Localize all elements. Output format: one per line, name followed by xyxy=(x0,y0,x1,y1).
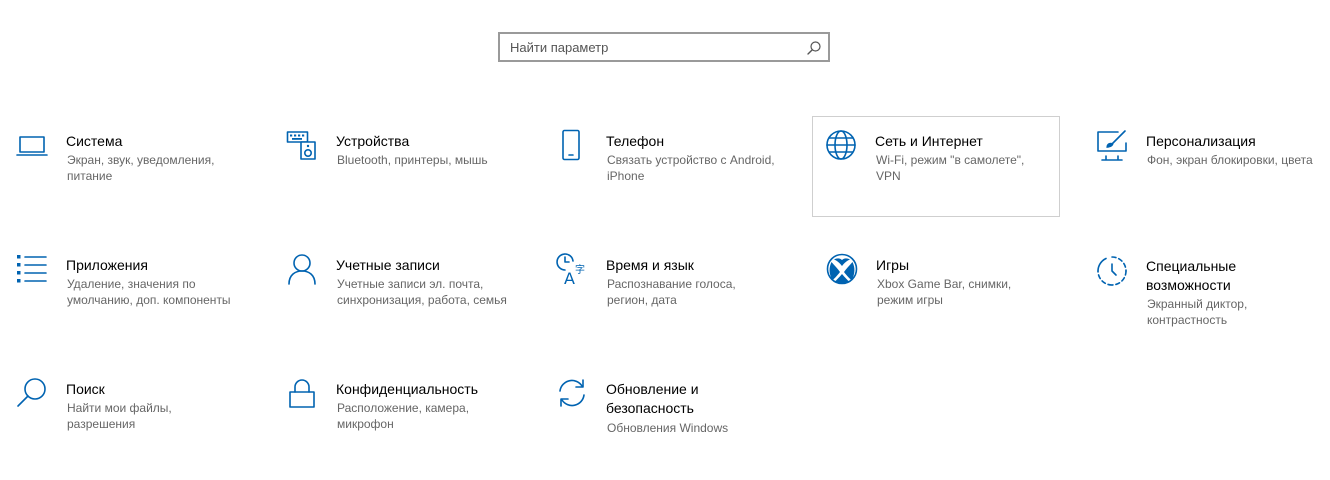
tile-network[interactable]: Сеть и Интернет Wi-Fi, режим "в самолете… xyxy=(812,116,1060,217)
tile-title: Конфиденциальность xyxy=(336,381,479,397)
tile-description: Распознавание голоса, регион, дата xyxy=(607,277,736,307)
paintbrush-icon xyxy=(1096,129,1128,161)
time-language-icon: A 字 xyxy=(556,253,588,285)
sync-icon xyxy=(556,377,588,409)
tile-gaming[interactable]: Игры Xbox Game Bar, снимки, режим игры xyxy=(825,241,1073,341)
keyboard-speaker-icon xyxy=(286,129,318,161)
tile-title: Персонализация xyxy=(1146,133,1256,149)
search-icon xyxy=(16,377,48,409)
tile-privacy[interactable]: Конфиденциальность Расположение, камера,… xyxy=(285,365,533,465)
ease-of-access-icon xyxy=(1096,255,1128,287)
tile-phone[interactable]: Телефон Связать устройство с Android, iP… xyxy=(555,117,803,217)
person-icon xyxy=(286,253,318,285)
tile-description: Экранный диктор, контрастность xyxy=(1147,297,1248,327)
tile-description: Удаление, значения по умолчанию, доп. ко… xyxy=(67,277,231,307)
tile-title: Специальные возможности xyxy=(1146,258,1237,293)
tile-title: Устройства xyxy=(336,133,410,149)
tile-title: Учетные записи xyxy=(336,257,440,273)
tile-accounts[interactable]: Учетные записи Учетные записи эл. почта,… xyxy=(285,241,533,341)
tile-description: Связать устройство с Android, iPhone xyxy=(607,153,775,183)
tile-accessibility[interactable]: Специальные возможности Экранный диктор,… xyxy=(1095,241,1330,341)
lock-icon xyxy=(286,377,318,409)
tile-description: Wi-Fi, режим "в самолете", VPN xyxy=(876,153,1025,183)
apps-list-icon xyxy=(16,253,48,285)
xbox-icon xyxy=(826,253,858,285)
tile-search[interactable]: Поиск Найти мои файлы, разрешения xyxy=(15,365,263,465)
tile-description: Найти мои файлы, разрешения xyxy=(67,401,172,431)
tile-title: Поиск xyxy=(66,381,105,397)
tile-apps[interactable]: Приложения Удаление, значения по умолчан… xyxy=(15,241,263,341)
tile-title: Обновление и безопасность xyxy=(606,381,699,416)
laptop-icon xyxy=(16,129,48,161)
phone-icon xyxy=(556,129,588,161)
tile-title: Система xyxy=(66,133,123,149)
tile-title: Телефон xyxy=(606,133,665,149)
tile-title: Сеть и Интернет xyxy=(875,133,983,149)
tile-devices[interactable]: Устройства Bluetooth, принтеры, мышь xyxy=(285,117,533,217)
tile-title: Игры xyxy=(876,257,910,273)
svg-text:A: A xyxy=(564,269,575,285)
svg-text:字: 字 xyxy=(575,263,585,276)
tile-description: Фон, экран блокировки, цвета xyxy=(1147,153,1313,167)
tile-description: Экран, звук, уведомления, питание xyxy=(67,153,215,183)
tile-description: Расположение, камера, микрофон xyxy=(337,401,470,431)
tile-description: Bluetooth, принтеры, мышь xyxy=(337,153,488,167)
globe-icon xyxy=(825,129,857,161)
tile-time-language[interactable]: A 字 Время и язык Распознавание голоса, р… xyxy=(555,241,803,341)
tile-description: Обновления Windows xyxy=(607,421,729,435)
search-input[interactable] xyxy=(500,34,810,60)
search-box[interactable] xyxy=(498,32,830,62)
tile-title: Время и язык xyxy=(606,257,694,273)
tile-update-security[interactable]: Обновление и безопасность Обновления Win… xyxy=(555,365,803,465)
tile-description: Учетные записи эл. почта, синхронизация,… xyxy=(337,277,507,307)
tile-system[interactable]: Система Экран, звук, уведомления, питани… xyxy=(15,117,263,217)
tile-title: Приложения xyxy=(66,257,148,273)
tile-description: Xbox Game Bar, снимки, режим игры xyxy=(877,277,1012,307)
search-icon[interactable] xyxy=(806,40,822,56)
tile-personalization[interactable]: Персонализация Фон, экран блокировки, цв… xyxy=(1080,117,1330,217)
